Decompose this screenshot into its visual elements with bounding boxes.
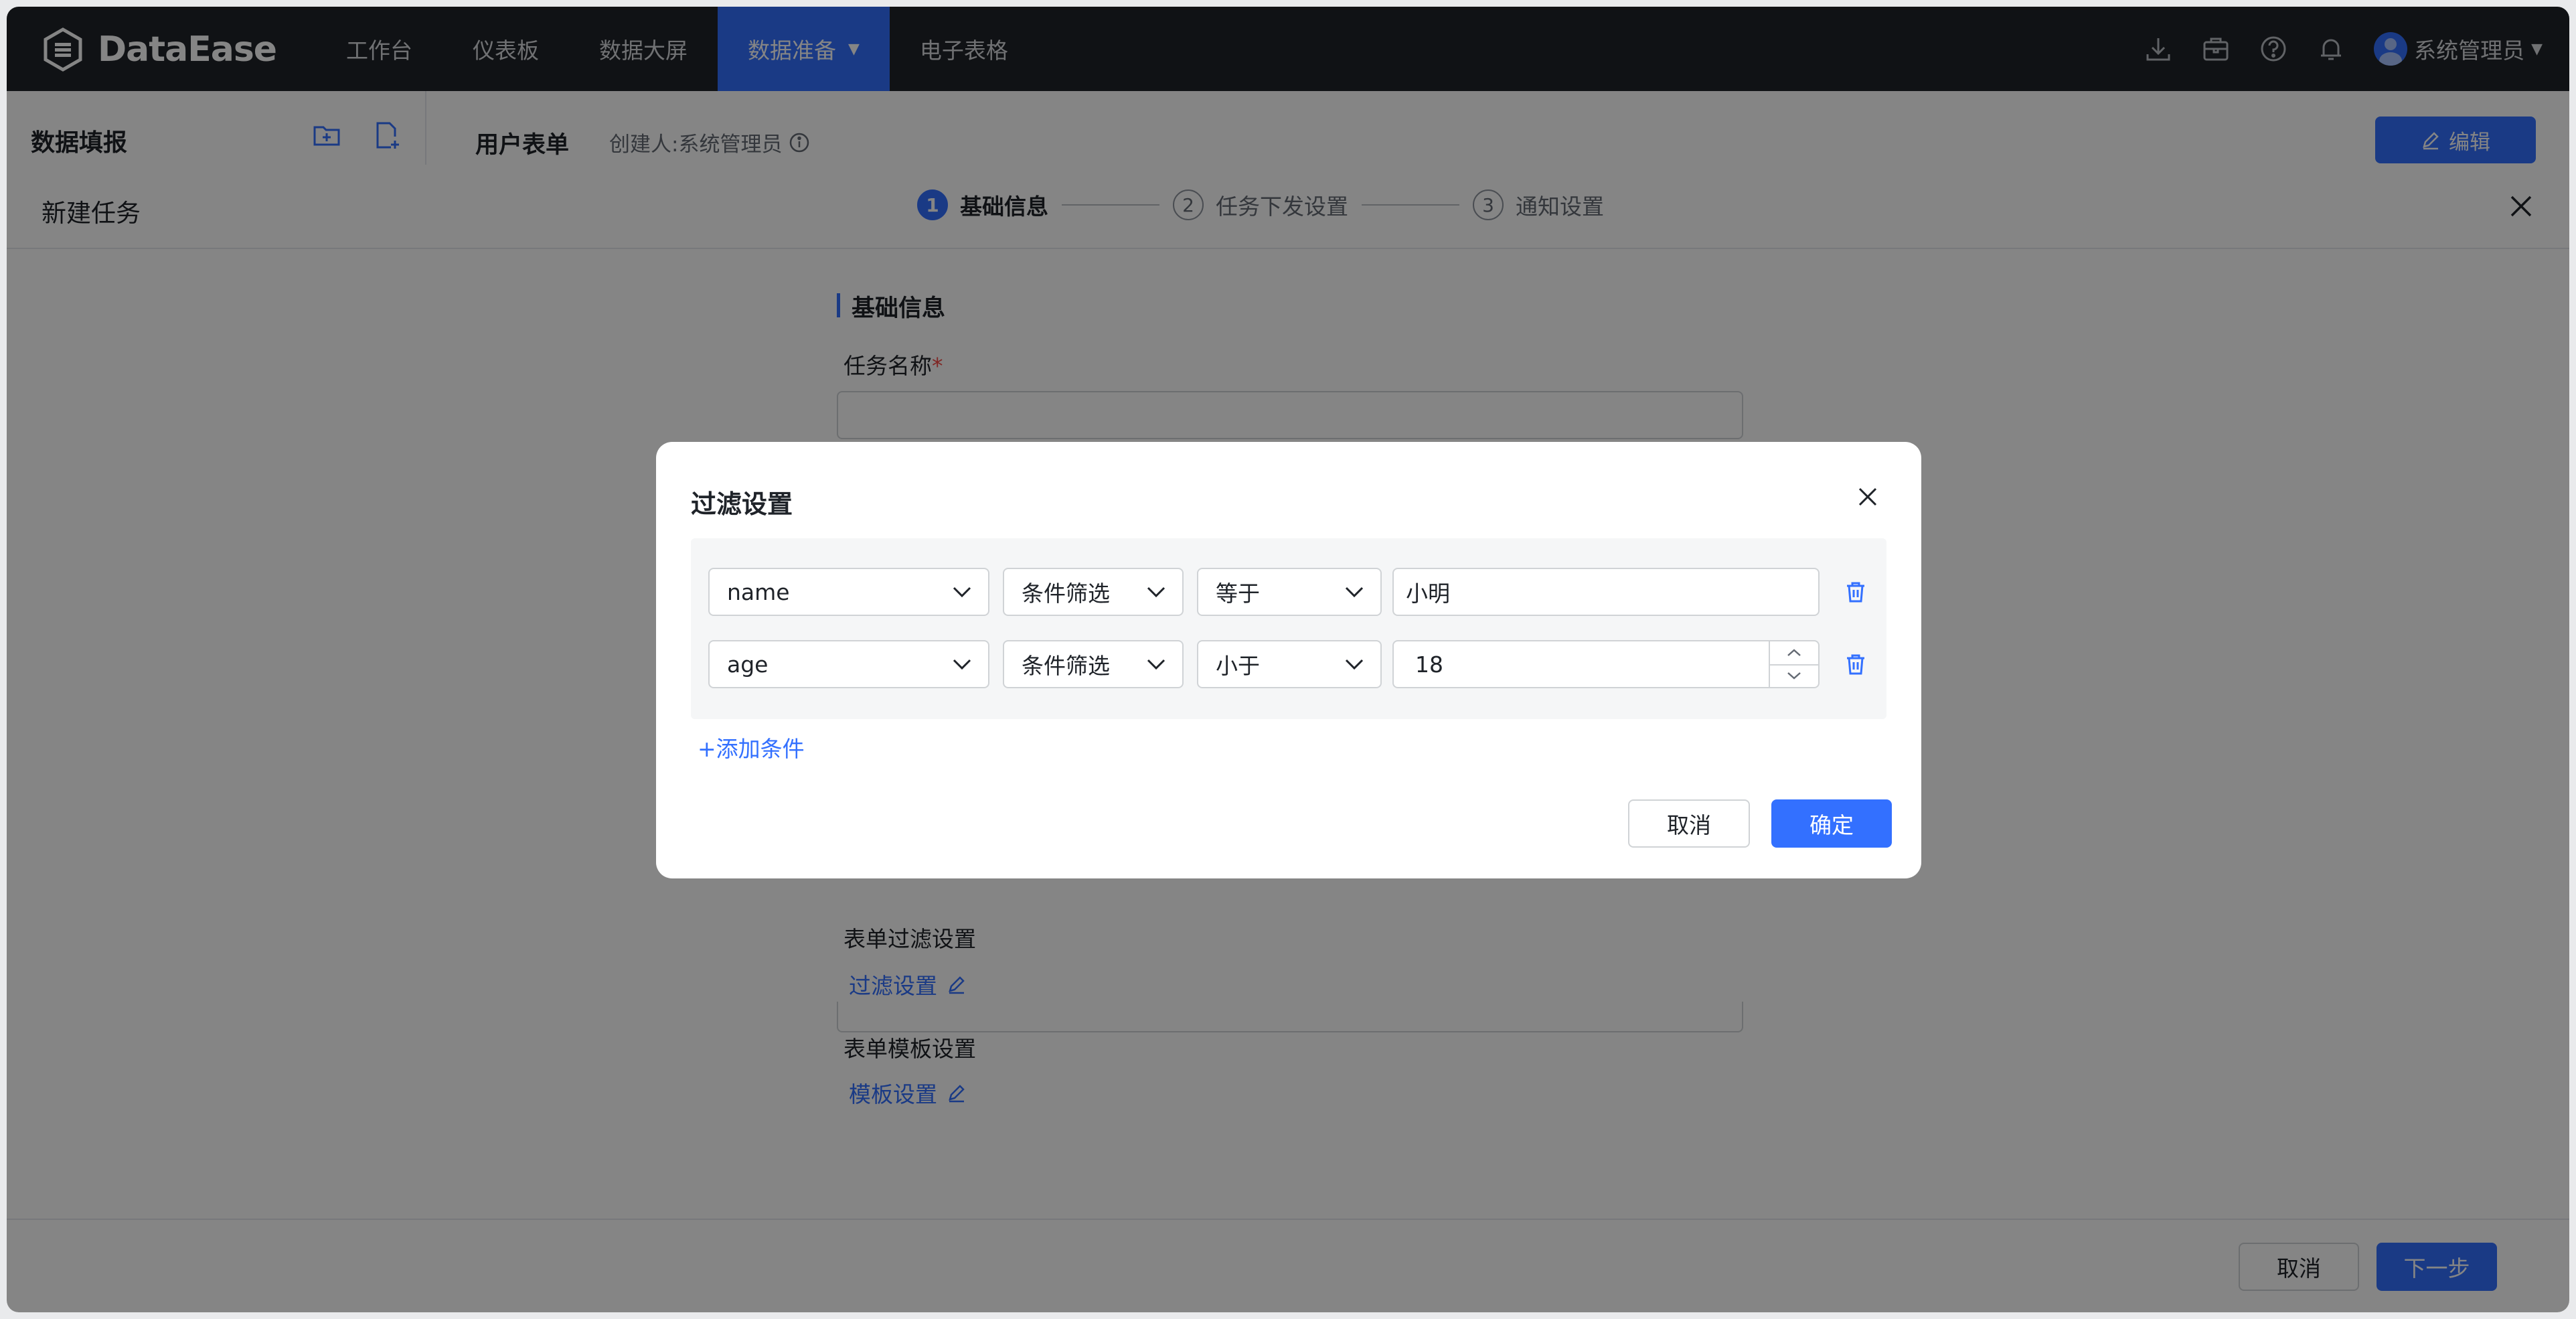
trash-icon[interactable] bbox=[1844, 652, 1868, 676]
chevron-down-icon bbox=[1787, 672, 1801, 680]
value-input[interactable]: 小明 bbox=[1392, 568, 1820, 616]
chevron-down-icon bbox=[1345, 659, 1364, 670]
input-value: 小明 bbox=[1406, 580, 1450, 607]
decrement-button[interactable] bbox=[1770, 664, 1818, 687]
number-input[interactable]: 18 bbox=[1392, 640, 1820, 688]
chevron-down-icon bbox=[1147, 587, 1165, 598]
close-icon[interactable] bbox=[1854, 483, 1881, 510]
filter-type-select[interactable]: 条件筛选 bbox=[1003, 568, 1184, 616]
trash-icon[interactable] bbox=[1844, 580, 1868, 604]
input-value: 18 bbox=[1415, 651, 1443, 678]
select-value: 条件筛选 bbox=[1022, 580, 1110, 607]
chevron-up-icon bbox=[1787, 649, 1801, 656]
select-value: age bbox=[727, 651, 769, 678]
number-stepper bbox=[1769, 641, 1818, 687]
chevron-down-icon bbox=[953, 587, 971, 598]
dialog-confirm-button[interactable]: 确定 bbox=[1771, 799, 1892, 848]
select-value: name bbox=[727, 578, 790, 605]
increment-button[interactable] bbox=[1770, 641, 1818, 666]
operator-select[interactable]: 小于 bbox=[1197, 640, 1382, 688]
add-condition-link[interactable]: +添加条件 bbox=[698, 731, 805, 763]
chevron-down-icon bbox=[953, 659, 971, 670]
condition-list: name 条件筛选 等于 小明 age 条件筛选 小于 18 bbox=[691, 538, 1886, 719]
dialog-title: 过滤设置 bbox=[691, 489, 793, 519]
operator-select[interactable]: 等于 bbox=[1197, 568, 1382, 616]
select-value: 小于 bbox=[1216, 653, 1260, 679]
field-select[interactable]: age bbox=[708, 640, 989, 688]
field-select[interactable]: name bbox=[708, 568, 989, 616]
select-value: 条件筛选 bbox=[1022, 653, 1110, 679]
select-value: 等于 bbox=[1216, 580, 1260, 607]
app-window: DataEase 工作台 仪表板 数据大屏 数据准备 ▼ 电子表格 系统管理员 … bbox=[7, 7, 2569, 1312]
dialog-cancel-button[interactable]: 取消 bbox=[1628, 799, 1750, 848]
chevron-down-icon bbox=[1147, 659, 1165, 670]
filter-settings-dialog: 过滤设置 name 条件筛选 等于 小明 age 条件筛选 小于 18 +添加条… bbox=[656, 442, 1921, 878]
chevron-down-icon bbox=[1345, 587, 1364, 598]
filter-type-select[interactable]: 条件筛选 bbox=[1003, 640, 1184, 688]
